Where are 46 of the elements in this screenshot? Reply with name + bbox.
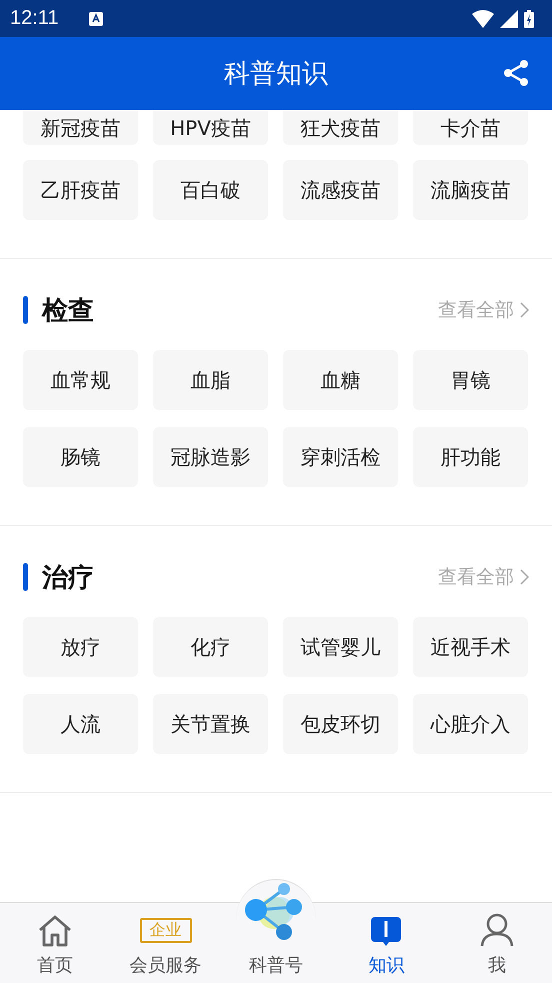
keyboard-icon (88, 12, 103, 26)
topic-chip[interactable]: 肝功能 (413, 427, 528, 487)
enterprise-badge: 企业 (140, 918, 192, 943)
section-title: 检查 (42, 294, 94, 328)
wifi-icon (472, 10, 494, 28)
topic-chip[interactable]: 血常规 (23, 350, 138, 410)
chevron-icon (520, 302, 529, 318)
topic-chip[interactable]: 乙肝疫苗 (23, 160, 138, 220)
battery-icon (524, 10, 534, 28)
topic-chip[interactable]: 穿刺活检 (283, 427, 398, 487)
topic-chip[interactable]: 冠脉造影 (153, 427, 268, 487)
signal-icon (500, 10, 518, 28)
topic-chip[interactable]: 卡介苗 (413, 110, 528, 145)
topic-chip[interactable]: 化疗 (153, 617, 268, 677)
topic-chip[interactable]: 包皮环切 (283, 694, 398, 754)
share-icon[interactable] (502, 59, 530, 87)
topic-chip[interactable]: 狂犬疫苗 (283, 110, 398, 145)
section-marker (23, 296, 28, 324)
nav-tab[interactable]: 知识 (331, 903, 442, 983)
chevron-icon (520, 569, 529, 585)
nav-tab[interactable]: 科普号 (220, 873, 332, 983)
user-icon (480, 913, 514, 947)
topic-chip[interactable]: 血糖 (283, 350, 398, 410)
section-marker (23, 563, 28, 591)
topic-chip[interactable]: 流感疫苗 (283, 160, 398, 220)
topic-chip[interactable]: 百白破 (153, 160, 268, 220)
status-time: 12:11 (10, 7, 59, 30)
nav-tab[interactable]: 我 (442, 903, 552, 983)
section-title: 治疗 (42, 562, 94, 594)
topic-chip[interactable]: 心脏介入 (413, 694, 528, 754)
book-icon (369, 915, 404, 947)
topic-chip[interactable]: HPV疫苗 (153, 110, 268, 145)
topic-chip[interactable]: 人流 (23, 694, 138, 754)
nav-tab[interactable]: 企业 会员服务 (110, 903, 221, 983)
home-icon (38, 915, 72, 947)
topic-chip[interactable]: 肠镜 (23, 427, 138, 487)
topic-chip[interactable]: 放疗 (23, 617, 138, 677)
page-title: 科普知识 (224, 58, 328, 91)
topic-chip[interactable]: 血脂 (153, 350, 268, 410)
topic-chip[interactable]: 胃镜 (413, 350, 528, 410)
nav-tab[interactable]: 首页 (0, 903, 110, 983)
topic-chip[interactable]: 流脑疫苗 (413, 160, 528, 220)
topic-chip[interactable]: 试管婴儿 (283, 617, 398, 677)
topic-chip[interactable]: 新冠疫苗 (23, 110, 138, 145)
topic-chip[interactable]: 近视手术 (413, 617, 528, 677)
topic-chip[interactable]: 关节置换 (153, 694, 268, 754)
